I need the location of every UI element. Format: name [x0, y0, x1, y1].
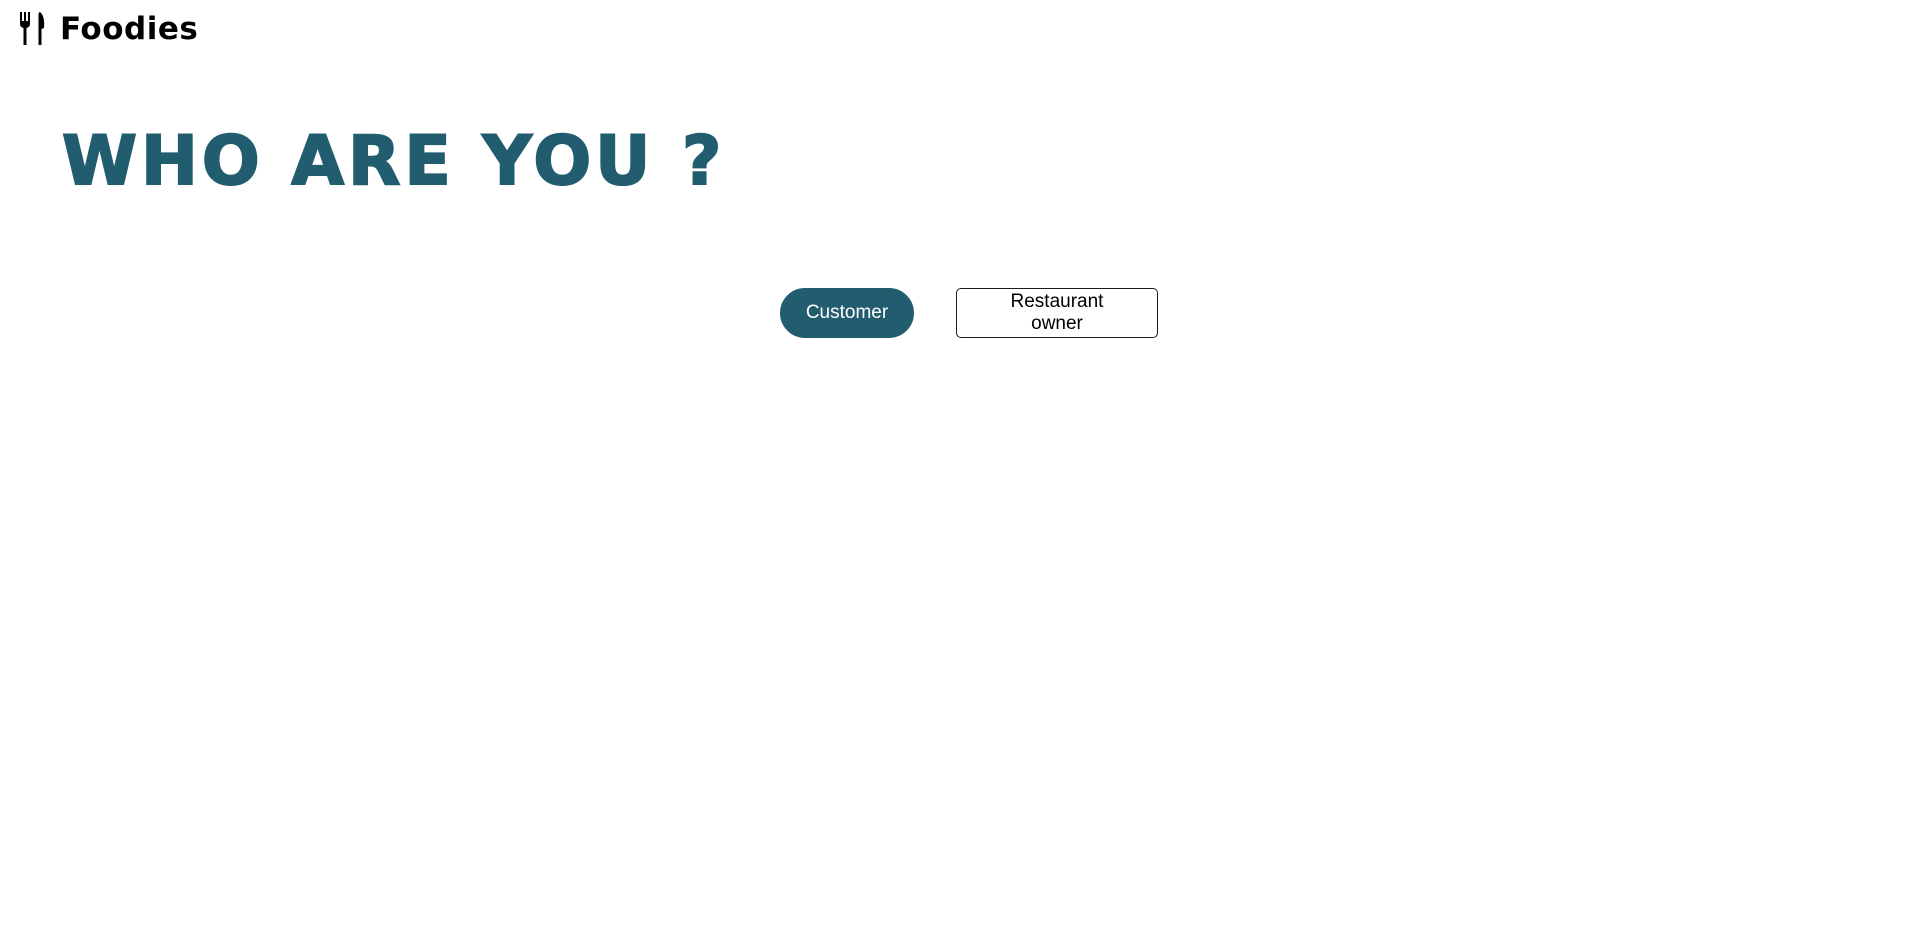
restaurant-owner-button[interactable]: Restaurant owner: [956, 288, 1158, 338]
brand-name: Foodies: [60, 10, 199, 47]
brand-logo[interactable]: Foodies: [18, 12, 198, 46]
role-options: Customer Restaurant owner: [780, 288, 1158, 338]
customer-button[interactable]: Customer: [780, 288, 914, 338]
fork-knife-icon: [20, 12, 45, 45]
page-title: WHO ARE YOU ?: [61, 122, 726, 201]
